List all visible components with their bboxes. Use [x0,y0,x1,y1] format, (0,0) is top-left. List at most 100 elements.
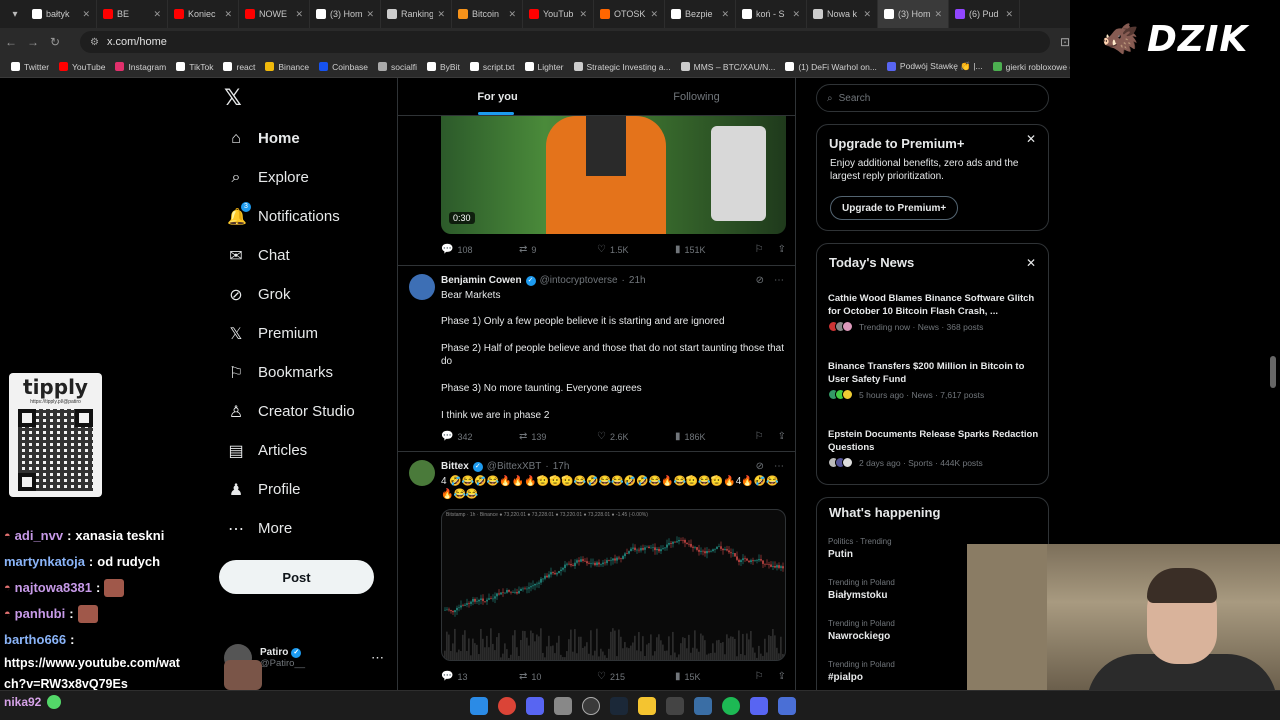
upgrade-button[interactable]: Upgrade to Premium+ [830,196,959,220]
nav-item-grok[interactable]: ⊘ Grok [219,275,389,314]
trend-item[interactable]: Trending in Poland #pialpo [828,660,895,683]
repost-button[interactable]: ⇄ 9 [519,244,597,255]
more-icon[interactable]: ⋯ [371,650,384,666]
repost-button[interactable]: ⇄ 139 [519,431,597,442]
close-icon[interactable]: ✕ [1026,132,1036,146]
windows-start-icon[interactable] [470,696,488,715]
tool-icon[interactable] [694,696,712,715]
folder-icon[interactable] [638,696,656,715]
views-button[interactable]: ▮ 151K [675,244,753,255]
bookmark-item[interactable]: Twitter [6,62,54,72]
bookmark-item[interactable]: ByBit [422,62,465,72]
nav-item-bookmarks[interactable]: ⚐ Bookmarks [219,353,389,392]
browser-tab[interactable]: bałtyk ✕ [26,0,97,28]
more-icon[interactable]: ⋯ [774,461,784,472]
page-scrollbar[interactable] [1270,356,1276,388]
nav-item-profile[interactable]: ♟ Profile [219,470,389,509]
browser-tab[interactable]: koń - S ✕ [736,0,807,28]
chrome-icon[interactable] [498,696,516,715]
nav-item-creator-studio[interactable]: ♙ Creator Studio [219,392,389,431]
author-handle[interactable]: @BittexXBT [487,461,542,472]
more-icon[interactable]: ⋯ [774,275,784,286]
obs-icon[interactable] [582,696,600,715]
reply-button[interactable]: 💬 13 [441,671,519,682]
like-button[interactable]: ♡ 215 [597,671,675,682]
bookmark-item[interactable]: (1) DeFi Warhol on... [780,62,882,72]
tweet-time[interactable]: 21h [629,275,646,286]
browser-tab[interactable]: (3) Hom ✕ [310,0,381,28]
app-icon[interactable] [554,696,572,715]
share-icon[interactable]: ⇪ [778,431,786,442]
reply-button[interactable]: 💬 342 [441,431,519,442]
trend-item[interactable]: Trending in Poland Białymstoku [828,578,895,601]
close-icon[interactable]: ✕ [579,9,587,20]
author-name[interactable]: Bittex [441,461,469,472]
close-icon[interactable]: ✕ [224,9,232,20]
close-icon[interactable]: ✕ [863,9,871,20]
nav-item-explore[interactable]: ⌕ Explore [219,158,389,197]
news-item[interactable]: Binance Transfers $200 Million in Bitcoi… [828,360,1043,400]
browser-tab[interactable]: Koniec ✕ [168,0,239,28]
nav-item-premium[interactable]: 𝕏 Premium [219,314,389,353]
close-icon[interactable]: ✕ [1005,9,1013,20]
grok-icon[interactable]: ⊘ [756,275,764,286]
close-icon[interactable]: ✕ [82,9,90,20]
browser-tab[interactable]: YouTub ✕ [523,0,594,28]
close-icon[interactable]: ✕ [437,9,445,20]
reload-icon[interactable]: ↻ [44,35,66,49]
browser-tab[interactable]: OTOSK ✕ [594,0,665,28]
like-button[interactable]: ♡ 1.5K [597,244,675,255]
bookmark-item[interactable]: Instagram [110,62,171,72]
bookmark-item[interactable]: Coinbase [314,62,373,72]
nav-item-chat[interactable]: ✉ Chat [219,236,389,275]
share-icon[interactable]: ⇪ [778,244,786,255]
bookmark-item[interactable]: YouTube [54,62,110,72]
close-icon[interactable]: ✕ [1026,256,1036,270]
app-icon[interactable] [778,696,796,715]
share-icon[interactable]: ⇪ [778,671,786,682]
browser-tab[interactable]: Ranking ✕ [381,0,452,28]
close-icon[interactable]: ✕ [366,9,374,20]
install-app-icon[interactable]: ⊡ [1060,35,1070,49]
forward-icon[interactable]: → [22,35,44,49]
search-input[interactable] [838,92,1019,104]
search-box[interactable]: ⌕ [816,84,1049,112]
bookmark-item[interactable]: script.txt [465,62,520,72]
nav-item-more[interactable]: ⋯ More [219,509,389,548]
bookmark-icon[interactable]: ⚐ [755,244,764,255]
nav-item-notifications[interactable]: 🔔 3 Notifications [219,197,389,236]
bookmark-item[interactable]: Strategic Investing a... [569,62,676,72]
steam-icon[interactable] [610,696,628,715]
close-icon[interactable]: ✕ [650,9,658,20]
repost-button[interactable]: ⇄ 10 [519,671,597,682]
bookmark-item[interactable]: MMS – BTC/XAU/N... [676,62,781,72]
like-button[interactable]: ♡ 2.6K [597,431,675,442]
browser-tab[interactable]: Bezpie ✕ [665,0,736,28]
post-button[interactable]: Post [219,560,374,594]
back-icon[interactable]: ← [0,35,22,49]
views-button[interactable]: ▮ 186K [675,431,753,442]
nav-item-home[interactable]: ⌂ Home [219,119,389,158]
close-icon[interactable]: ✕ [792,9,800,20]
discord-icon[interactable] [526,696,544,715]
browser-tab[interactable]: NOWE ✕ [239,0,310,28]
taskbar-weather[interactable]: nika92 [4,695,62,709]
bookmark-item[interactable]: Binance [260,62,314,72]
browser-tab[interactable]: (3) Hom ✕ [878,0,949,28]
tab-search-icon[interactable]: ▾ [4,3,26,25]
author-handle[interactable]: @intocryptoverse [540,275,618,286]
trend-item[interactable]: Trending in Poland Nawrockiego [828,619,895,642]
avatar[interactable] [409,460,435,486]
ccleaner-icon[interactable] [666,696,684,715]
bookmark-item[interactable]: TikTok [171,62,218,72]
grok-icon[interactable]: ⊘ [756,461,764,472]
bookmark-icon[interactable]: ⚐ [755,431,764,442]
bookmark-item[interactable]: Lighter [520,62,569,72]
nav-item-articles[interactable]: ▤ Articles [219,431,389,470]
browser-tab[interactable]: Nowa k ✕ [807,0,878,28]
bookmark-icon[interactable]: ⚐ [755,671,764,682]
reply-button[interactable]: 💬 108 [441,244,519,255]
news-item[interactable]: Epstein Documents Release Sparks Redacti… [828,428,1043,468]
trend-item[interactable]: Politics · Trending Putin [828,537,892,560]
author-name[interactable]: Benjamin Cowen [441,275,522,286]
